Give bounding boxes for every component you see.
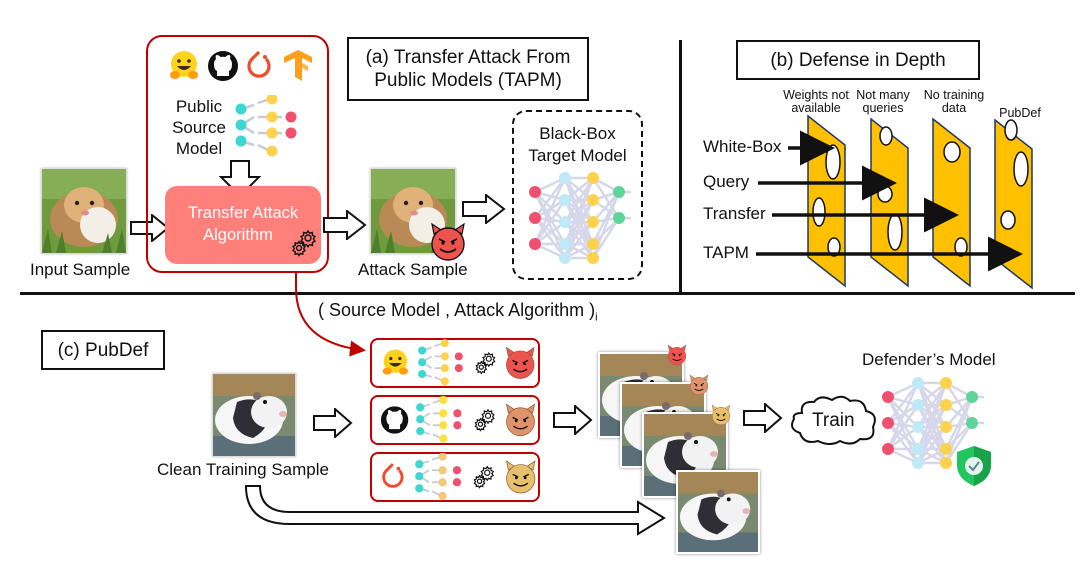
devil-icon xyxy=(431,222,465,261)
source-network-icon xyxy=(416,396,462,443)
network-node xyxy=(587,194,599,206)
network-node xyxy=(529,238,541,250)
network-node xyxy=(559,216,571,228)
horizontal-divider xyxy=(20,292,1075,295)
target-network-icon xyxy=(529,172,631,264)
network-node xyxy=(912,457,924,469)
panel-c-title: (c) PubDef xyxy=(41,330,165,370)
network-node xyxy=(940,377,952,389)
defense-layer xyxy=(994,118,1033,290)
attack-label-white-box: White-Box xyxy=(703,137,782,156)
source-network-icon xyxy=(235,95,297,157)
source-attack-pair-row xyxy=(370,338,540,388)
arrow-right-icon xyxy=(462,194,506,224)
network-node xyxy=(529,212,541,224)
source-attack-pair-row xyxy=(370,395,540,445)
network-node xyxy=(559,252,571,264)
network-node xyxy=(882,391,894,403)
network-node xyxy=(613,186,625,198)
network-node xyxy=(940,421,952,433)
defenders-model-label: Defender’s Model xyxy=(862,350,996,369)
source-icons-row xyxy=(167,48,317,84)
huggingface-icon xyxy=(170,51,198,79)
network-node xyxy=(912,377,924,389)
network-node xyxy=(966,417,978,429)
clean-sample-copy-image xyxy=(676,470,760,554)
network-node xyxy=(912,421,924,433)
huggingface-icon xyxy=(382,349,408,375)
tensorflow-icon xyxy=(284,50,312,81)
panel-b-title: (b) Defense in Depth xyxy=(736,40,980,80)
attack-label-tapm: TAPM xyxy=(703,243,749,262)
input-sample-label: Input Sample xyxy=(30,260,131,279)
panel-a-title: (a) Transfer Attack From Public Models (… xyxy=(347,37,589,101)
network-node xyxy=(966,391,978,403)
network-node xyxy=(940,457,952,469)
pytorch-icon xyxy=(247,50,271,78)
bypass-arrow xyxy=(244,485,666,536)
devil-badge xyxy=(710,404,732,431)
github-icon xyxy=(380,406,409,434)
shield-check-icon xyxy=(957,446,991,486)
network-node xyxy=(940,443,952,455)
arrow-right-icon xyxy=(313,408,353,438)
clean-training-sample-image xyxy=(212,373,296,457)
defense-layer xyxy=(807,114,846,288)
pair-label: ( Source Model , Attack Algorithm )i xyxy=(318,300,598,324)
devil-icon xyxy=(689,374,709,396)
network-node xyxy=(587,238,599,250)
network-node xyxy=(940,399,952,411)
network-node xyxy=(587,172,599,184)
network-node xyxy=(882,443,894,455)
arrow-right-icon xyxy=(553,405,593,435)
attack-label-query: Query xyxy=(703,172,750,191)
vertical-divider xyxy=(679,40,682,294)
gear-icon xyxy=(292,229,317,257)
network-node xyxy=(587,252,599,264)
network-node xyxy=(912,443,924,455)
input-sample-image xyxy=(41,168,127,254)
gear-icon xyxy=(475,351,496,375)
network-node xyxy=(613,212,625,224)
network-node xyxy=(882,417,894,429)
network-node xyxy=(559,238,571,250)
network-node xyxy=(912,399,924,411)
source-network-icon xyxy=(417,339,463,386)
devil-badge xyxy=(688,374,710,401)
network-node xyxy=(559,172,571,184)
devil-icon xyxy=(667,344,687,366)
devil-icon xyxy=(506,403,536,437)
network-node xyxy=(587,216,599,228)
github-icon xyxy=(208,51,238,81)
network-node xyxy=(529,186,541,198)
devil-icon xyxy=(711,404,731,426)
public-source-model-label: Public Source Model xyxy=(172,97,226,158)
transfer-attack-algorithm-box: Transfer Attack Algorithm xyxy=(165,186,321,264)
clean-training-sample-label: Clean Training Sample xyxy=(157,460,329,479)
attack-label-transfer: Transfer xyxy=(703,204,766,223)
gear-icon xyxy=(474,408,495,432)
arrow-right-icon xyxy=(743,403,783,433)
arrow-right-icon xyxy=(323,210,367,240)
network-node xyxy=(559,194,571,206)
devil-badge xyxy=(666,344,688,371)
train-label: Train xyxy=(812,410,855,431)
devil-icon xyxy=(506,346,536,379)
